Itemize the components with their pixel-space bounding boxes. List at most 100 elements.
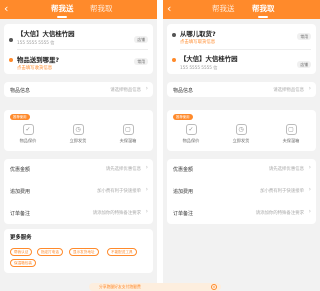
receiver-hint: 点击填写收货信息 — [17, 66, 53, 71]
header-bar: ‹ 帮我送 帮我取 — [0, 0, 157, 19]
share-pay-banner[interactable]: 分享跑腿好友支付跑腿费 × — [89, 283, 221, 291]
box-icon: ▢ — [122, 124, 134, 135]
goods-label: 物品信息 — [173, 88, 194, 94]
box-icon: ▢ — [285, 124, 297, 135]
receiver-dot — [9, 58, 13, 62]
pickup-address[interactable]: 从哪儿取货? 点击填写取货信息 常用 — [167, 24, 316, 49]
tab-fetch[interactable]: 帮我取 — [252, 4, 275, 18]
chevron-right-icon: › — [308, 186, 311, 193]
shop-tag[interactable]: 店铺 — [134, 36, 148, 43]
fee-card: 优惠金额 请先选择优惠信息 › 追加费用 加小费有利于快速接单 › 订单备注 请… — [167, 159, 316, 224]
tab-underline — [258, 16, 269, 18]
chevron-right-icon: › — [145, 85, 148, 92]
clock-icon: ◷ — [235, 124, 247, 135]
chevron-right-icon: › — [308, 208, 311, 215]
dropoff-name: 【大信】大信桂竹园 — [180, 55, 238, 63]
service-chip[interactable]: 指定打电话 — [37, 248, 63, 256]
app-root: ‹ 帮我送 帮我取 【大信】大信桂竹园 155 5555 5555 信 店铺 物… — [0, 0, 320, 291]
goods-placeholder: 请选择物品信息 — [273, 88, 304, 93]
tab-send[interactable]: 帮我送 — [51, 4, 74, 18]
order-note-value: 请添加你的特殊备注要求 — [92, 211, 141, 216]
shield-icon: ✓ — [22, 124, 34, 135]
sender-phone: 155 5555 5555 信 — [17, 40, 55, 45]
back-arrow-icon[interactable]: ‹ — [4, 3, 16, 15]
more-services-card: 更多服务 帮我认证 指定打电话 显示发货地址 不能配送工具 保温箱包装 — [4, 229, 153, 273]
shield-icon: ✓ — [185, 124, 197, 135]
coupon-label: 优惠金额 — [173, 167, 194, 173]
fee-card: 优惠金额 请先选择优惠信息 › 追加费用 加小费有利于快速接单 › 订单备注 请… — [4, 159, 153, 224]
service-insurance[interactable]: ✓ 物品保价 — [173, 124, 209, 144]
shop-tag[interactable]: 店铺 — [297, 61, 311, 68]
close-icon[interactable]: × — [211, 284, 217, 290]
extra-fee-label: 追加费用 — [173, 189, 194, 195]
sender-address[interactable]: 【大信】大信桂竹园 155 5555 5555 信 店铺 — [4, 24, 153, 49]
service-chip[interactable]: 帮我认证 — [10, 248, 33, 256]
order-note-row[interactable]: 订单备注 请添加你的特殊备注要求 › — [4, 203, 153, 224]
fetch-panel: ‹ 帮我送 帮我取 从哪儿取货? 点击填写取货信息 常用 【大信】大信桂竹园 1… — [163, 0, 320, 291]
chevron-right-icon: › — [308, 85, 311, 92]
dropoff-dot — [172, 58, 176, 62]
order-note-row[interactable]: 订单备注 请添加你的特殊备注要求 › — [167, 203, 316, 224]
service-insurance[interactable]: ✓ 物品保价 — [10, 124, 46, 144]
back-arrow-icon[interactable]: ‹ — [167, 3, 179, 15]
chevron-right-icon: › — [308, 164, 311, 171]
service-warm-box[interactable]: ▢ 夫保温箱 — [110, 124, 146, 144]
coupon-label: 优惠金额 — [10, 167, 31, 173]
service-label: 夫保温箱 — [282, 138, 300, 143]
service-chip[interactable]: 显示发货地址 — [69, 248, 99, 256]
dropoff-phone: 155 5555 5555 信 — [180, 65, 218, 70]
common-tag[interactable]: 常用 — [297, 33, 311, 40]
service-label: 立即发货 — [232, 138, 250, 143]
service-label: 立即发货 — [69, 138, 87, 143]
share-pay-text: 分享跑腿好友支付跑腿费 — [99, 284, 141, 289]
coupon-row[interactable]: 优惠金额 请先选择优惠信息 › — [4, 159, 153, 180]
extra-fee-value: 加小费有利于快速接单 — [97, 189, 141, 194]
extra-fee-label: 追加费用 — [10, 189, 31, 195]
service-label: 物品保价 — [19, 138, 37, 143]
service-chip[interactable]: 不能配送工具 — [107, 248, 137, 256]
recommend-badge: 推荐使用 — [10, 114, 30, 120]
address-card: 从哪儿取货? 点击填写取货信息 常用 【大信】大信桂竹园 155 5555 55… — [167, 24, 316, 74]
service-label: 物品保价 — [182, 138, 200, 143]
services-card: 推荐使用 ✓ 物品保价 ◷ 立即发货 ▢ 夫保温箱 — [167, 110, 316, 151]
chevron-right-icon: › — [145, 208, 148, 215]
pickup-hint: 点击填写取货信息 — [180, 40, 216, 45]
service-ship-now[interactable]: ◷ 立即发货 — [60, 124, 96, 144]
dropoff-address[interactable]: 【大信】大信桂竹园 155 5555 5555 信 店铺 — [167, 50, 316, 74]
chevron-right-icon: › — [145, 164, 148, 171]
clock-icon: ◷ — [72, 124, 84, 135]
pickup-dot — [172, 33, 176, 37]
more-services-title: 更多服务 — [10, 235, 32, 241]
address-card: 【大信】大信桂竹园 155 5555 5555 信 店铺 物品送到哪里? 点击填… — [4, 24, 153, 74]
service-ship-now[interactable]: ◷ 立即发货 — [223, 124, 259, 144]
extra-fee-row[interactable]: 追加费用 加小费有利于快速接单 › — [167, 181, 316, 202]
extra-fee-value: 加小费有利于快速接单 — [260, 189, 304, 194]
service-warm-box[interactable]: ▢ 夫保温箱 — [273, 124, 309, 144]
goods-info-row[interactable]: 物品信息 请选择物品信息 › — [4, 82, 153, 97]
order-note-value: 请添加你的特殊备注要求 — [255, 211, 304, 216]
service-label: 夫保温箱 — [119, 138, 137, 143]
common-tag[interactable]: 常用 — [134, 58, 148, 65]
tab-underline — [57, 16, 68, 18]
coupon-row[interactable]: 优惠金额 请先选择优惠信息 › — [167, 159, 316, 180]
sender-name: 【大信】大信桂竹园 — [17, 30, 75, 38]
service-chip[interactable]: 保温箱包装 — [10, 259, 36, 267]
recommend-badge: 推荐使用 — [173, 114, 193, 120]
header-bar: ‹ 帮我送 帮我取 — [163, 0, 320, 19]
coupon-value: 请先选择优惠信息 — [268, 167, 304, 172]
send-panel: ‹ 帮我送 帮我取 【大信】大信桂竹园 155 5555 5555 信 店铺 物… — [0, 0, 157, 291]
tab-send[interactable]: 帮我送 — [212, 4, 235, 14]
sender-dot — [9, 38, 13, 42]
receiver-address[interactable]: 物品送到哪里? 点击填写收货信息 常用 — [4, 50, 153, 74]
services-card: 推荐使用 ✓ 物品保价 ◷ 立即发货 ▢ 夫保温箱 — [4, 110, 153, 151]
coupon-value: 请先选择优惠信息 — [105, 167, 141, 172]
extra-fee-row[interactable]: 追加费用 加小费有利于快速接单 › — [4, 181, 153, 202]
chevron-right-icon: › — [145, 186, 148, 193]
pickup-title: 从哪儿取货? — [180, 30, 216, 38]
tab-fetch[interactable]: 帮我取 — [90, 4, 113, 14]
goods-label: 物品信息 — [10, 88, 31, 94]
order-note-label: 订单备注 — [173, 211, 194, 217]
order-note-label: 订单备注 — [10, 211, 31, 217]
goods-info-row[interactable]: 物品信息 请选择物品信息 › — [167, 82, 316, 97]
goods-placeholder: 请选择物品信息 — [110, 88, 141, 93]
